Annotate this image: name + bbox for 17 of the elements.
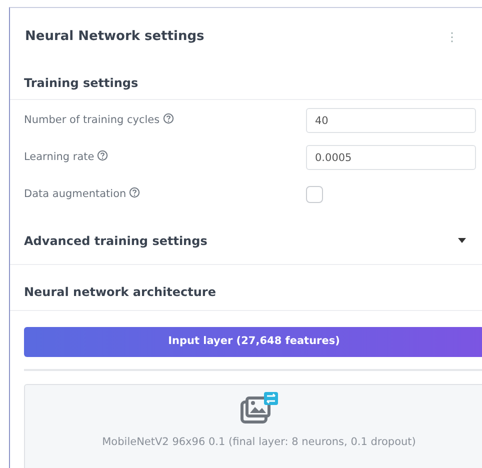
checkbox[interactable] bbox=[306, 186, 323, 203]
card-title: Neural Network settings bbox=[25, 28, 204, 46]
field-label: Data augmentation bbox=[24, 188, 126, 200]
input-field[interactable]: 0.0005 bbox=[306, 145, 476, 170]
field-label: Learning rate bbox=[24, 150, 94, 163]
images-icon bbox=[240, 392, 278, 426]
help-icon[interactable] bbox=[97, 150, 108, 161]
field-label: Number of training cycles bbox=[24, 114, 160, 126]
model-description: MobileNetV2 96x96 0.1 (final layer: 8 neurons, 0.1 dropout) bbox=[102, 435, 416, 450]
section-title: Neural network architecture bbox=[23, 284, 216, 301]
input-field[interactable]: 40 bbox=[306, 108, 476, 133]
help-icon[interactable] bbox=[129, 186, 140, 198]
input-layer-button[interactable]: Input layer (27,648 features) bbox=[24, 327, 482, 357]
help-icon[interactable] bbox=[162, 112, 174, 124]
advanced-settings-toggle[interactable]: Advanced training settings bbox=[10, 217, 482, 265]
section-title: Training settings bbox=[23, 74, 138, 92]
section-title: Advanced training settings bbox=[23, 232, 208, 250]
